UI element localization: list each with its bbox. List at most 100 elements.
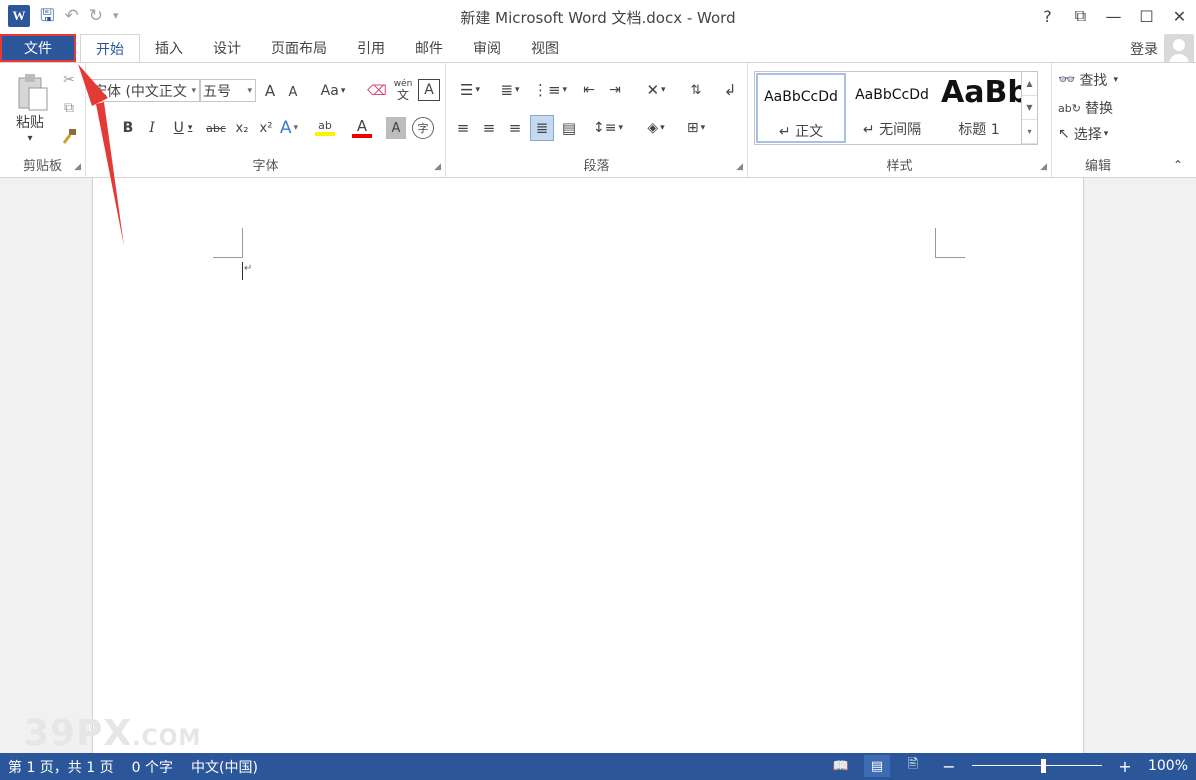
line-spacing-button[interactable]: ↕≡ ▾: [590, 117, 626, 139]
bullets-button[interactable]: ☰ ▾: [452, 79, 488, 101]
tab-page-layout[interactable]: 页面布局: [256, 34, 342, 62]
align-right-icon[interactable]: ≡: [504, 117, 526, 139]
minimize-button[interactable]: —: [1097, 3, 1130, 29]
chevron-down-icon[interactable]: ▼: [1022, 96, 1037, 120]
font-name-value: 宋体 (中文正文: [93, 83, 187, 100]
clipboard-launcher-icon[interactable]: ◢: [74, 162, 81, 172]
web-layout-icon[interactable]: 🖹: [900, 755, 926, 777]
distributed-icon[interactable]: ▤: [558, 117, 580, 139]
enclose-characters-button[interactable]: 字: [412, 117, 434, 139]
status-right: 📖 ▤ 🖹 − + 100%: [828, 755, 1188, 777]
ribbon-tab-bar: 文件 开始 插入 设计 页面布局 引用 邮件 审阅 视图 登录: [0, 34, 1196, 64]
collapse-ribbon-icon[interactable]: ⌃: [1168, 157, 1188, 173]
read-mode-icon[interactable]: 📖: [828, 755, 854, 777]
zoom-slider-thumb[interactable]: [1040, 759, 1046, 773]
tab-mailings[interactable]: 邮件: [400, 34, 458, 62]
styles-scrollbar[interactable]: ▲ ▼ ▾: [1021, 72, 1037, 144]
change-case-button[interactable]: Aa ▾: [316, 80, 350, 102]
clear-formatting-icon[interactable]: ⌫: [366, 80, 388, 102]
styles-gallery: AaBbCcDd ↵ 正文 AaBbCcDd ↵ 无间隔 AaBb 标题 1 ▲…: [754, 71, 1038, 145]
character-border-button[interactable]: A: [418, 79, 440, 101]
print-layout-icon[interactable]: ▤: [863, 755, 890, 777]
tab-review[interactable]: 审阅: [458, 34, 516, 62]
text-effects-button[interactable]: A ▾: [272, 117, 306, 139]
maximize-button[interactable]: ☐: [1130, 3, 1163, 29]
multilevel-list-button[interactable]: ⋮≡ ▾: [532, 79, 568, 101]
avatar[interactable]: [1164, 34, 1194, 64]
character-shading-button[interactable]: A: [386, 117, 406, 139]
underline-button[interactable]: U ▾: [166, 117, 200, 139]
tab-home[interactable]: 开始: [80, 34, 140, 62]
paste-dropdown-icon[interactable]: ▾: [22, 131, 38, 145]
align-center-icon[interactable]: ≡: [478, 117, 500, 139]
style-no-spacing[interactable]: AaBbCcDd ↵ 无间隔: [847, 73, 937, 143]
group-paragraph: ☰ ▾ ≣ ▾ ⋮≡ ▾ ⇤ ⇥ ✕ ▾ ⇅ ↲ ≡ ≡ ≡ ≣ ▤ ↕≡ ▾ ◈ ▾ ⊞ ▾…: [446, 63, 748, 177]
group-label-styles: 样式: [886, 159, 913, 174]
tab-references[interactable]: 引用: [342, 34, 400, 62]
zoom-in-button[interactable]: +: [1112, 755, 1138, 777]
ribbon: 粘贴 ▾ ✂ ⧉ 剪贴板 ◢ 宋体 (中文正文 ▾ 五号 ▾ A A Aa ▾ ⌫ w…: [0, 62, 1196, 178]
align-left-icon[interactable]: ≡: [452, 117, 474, 139]
font-name-combobox[interactable]: 宋体 (中文正文 ▾: [90, 79, 200, 102]
group-font: 宋体 (中文正文 ▾ 五号 ▾ A A Aa ▾ ⌫ wén 文 A B I U ▾ ab…: [86, 63, 446, 177]
font-color-button[interactable]: A: [344, 115, 380, 141]
find-button[interactable]: 👓 查找 ▾: [1058, 69, 1142, 91]
group-editing: 👓 查找 ▾ ab↻ 替换 ↖ 选择 ▾ 编辑: [1052, 63, 1144, 177]
style-heading-1[interactable]: AaBb 标题 1: [937, 73, 1021, 143]
select-button[interactable]: ↖ 选择 ▾: [1058, 123, 1142, 145]
text-cursor: [242, 262, 243, 280]
phonetic-guide-button[interactable]: wén 文: [392, 77, 414, 103]
shrink-font-button[interactable]: A: [284, 82, 302, 102]
zoom-out-button[interactable]: −: [936, 755, 962, 777]
paste-button[interactable]: 粘贴: [10, 113, 50, 131]
strikethrough-button[interactable]: abc: [204, 117, 228, 139]
cursor-icon: ↖: [1058, 126, 1070, 142]
page-count[interactable]: 第 1 页，共 1 页: [8, 757, 114, 777]
tab-view[interactable]: 视图: [516, 34, 574, 62]
sign-in-link[interactable]: 登录: [1130, 39, 1158, 59]
ribbon-display-options-button[interactable]: ⧉: [1064, 3, 1097, 29]
show-marks-icon[interactable]: ↲: [718, 79, 742, 101]
language-indicator[interactable]: 中文(中国): [191, 757, 258, 777]
grow-font-button[interactable]: A: [260, 80, 280, 102]
highlight-button[interactable]: ab: [308, 115, 342, 141]
sort-icon[interactable]: ⇅: [684, 79, 708, 101]
copy-icon[interactable]: ⧉: [58, 97, 80, 119]
justify-icon[interactable]: ≣: [530, 115, 554, 141]
group-label-editing: 编辑: [1084, 159, 1111, 174]
cut-icon[interactable]: ✂: [58, 69, 80, 91]
help-button[interactable]: ?: [1031, 3, 1064, 29]
decrease-indent-icon[interactable]: ⇤: [578, 79, 600, 101]
paste-icon[interactable]: [12, 71, 52, 113]
document-page[interactable]: ↵: [92, 178, 1084, 753]
ribbon-tabs: 开始 插入 设计 页面布局 引用 邮件 审阅 视图: [80, 34, 574, 62]
chinese-layout-button[interactable]: ✕ ▾: [638, 79, 674, 101]
tab-insert[interactable]: 插入: [140, 34, 198, 62]
chevron-up-icon[interactable]: ▲: [1022, 72, 1037, 96]
more-icon[interactable]: ▾: [1022, 120, 1037, 144]
tab-file[interactable]: 文件: [0, 34, 76, 62]
styles-launcher-icon[interactable]: ◢: [1040, 162, 1047, 172]
replace-button[interactable]: ab↻ 替换: [1058, 97, 1142, 119]
increase-indent-icon[interactable]: ⇥: [604, 79, 626, 101]
borders-button[interactable]: ⊞ ▾: [678, 117, 714, 139]
status-left: 第 1 页，共 1 页 0 个字 中文(中国): [8, 757, 258, 777]
title-bar: W 🖫 ↶ ↻ ▾ 新建 Microsoft Word 文档.docx - Wo…: [0, 0, 1196, 34]
bold-button[interactable]: B: [118, 117, 138, 139]
format-painter-icon[interactable]: [58, 125, 80, 147]
zoom-level[interactable]: 100%: [1148, 758, 1188, 774]
style-normal[interactable]: AaBbCcDd ↵ 正文: [756, 73, 846, 143]
zoom-slider[interactable]: [971, 755, 1102, 777]
font-launcher-icon[interactable]: ◢: [434, 162, 441, 172]
close-button[interactable]: ✕: [1163, 3, 1196, 29]
numbering-button[interactable]: ≣ ▾: [492, 79, 528, 101]
tab-design[interactable]: 设计: [198, 34, 256, 62]
font-size-combobox[interactable]: 五号 ▾: [200, 79, 256, 102]
word-count[interactable]: 0 个字: [132, 757, 173, 777]
watermark: 39PX.COM: [24, 713, 202, 754]
chevron-down-icon: ▾: [191, 85, 196, 96]
italic-button[interactable]: I: [142, 117, 162, 139]
subscript-button[interactable]: x₂: [232, 117, 252, 139]
paragraph-launcher-icon[interactable]: ◢: [736, 162, 743, 172]
shading-button[interactable]: ◈ ▾: [638, 117, 674, 139]
